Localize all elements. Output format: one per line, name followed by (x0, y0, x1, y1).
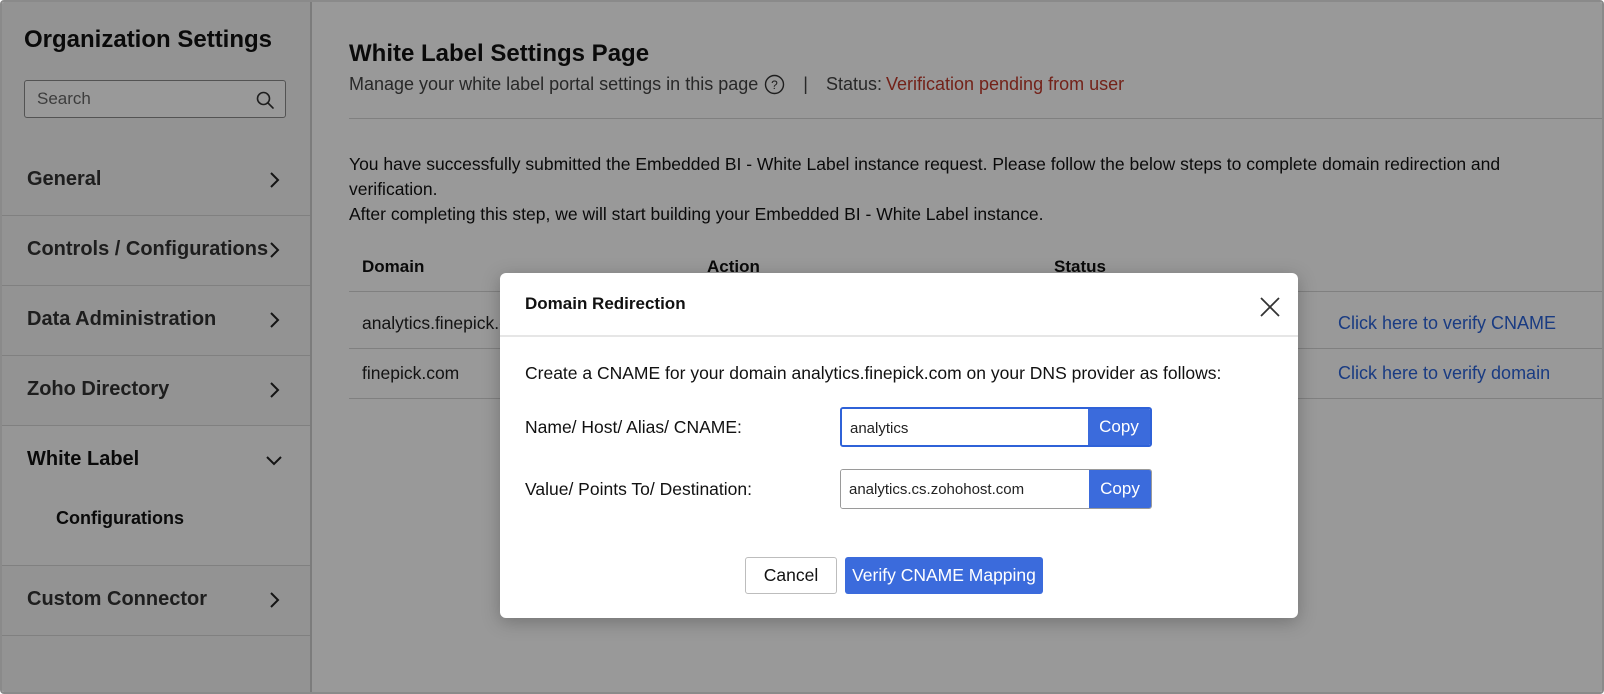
verify-cname-mapping-button[interactable]: Verify CNAME Mapping (845, 557, 1043, 594)
close-icon[interactable] (1258, 295, 1282, 319)
copy-name-button[interactable]: Copy (1088, 409, 1150, 445)
cname-value-field: Copy (840, 469, 1152, 509)
cname-name-label: Name/ Host/ Alias/ CNAME: (525, 417, 742, 437)
cancel-button[interactable]: Cancel (745, 557, 837, 594)
cname-value-label: Value/ Points To/ Destination: (525, 479, 752, 499)
domain-redirection-dialog: Domain Redirection Create a CNAME for yo… (500, 273, 1298, 618)
dialog-description: Create a CNAME for your domain analytics… (525, 363, 1222, 383)
cname-value-input[interactable] (841, 470, 1089, 508)
app-window: Organization Settings General Controls /… (0, 0, 1604, 694)
cname-name-input[interactable] (842, 409, 1090, 445)
copy-value-button[interactable]: Copy (1089, 470, 1151, 508)
dialog-title: Domain Redirection (525, 294, 686, 313)
cname-name-field: Copy (840, 407, 1152, 447)
dialog-divider (500, 335, 1298, 337)
